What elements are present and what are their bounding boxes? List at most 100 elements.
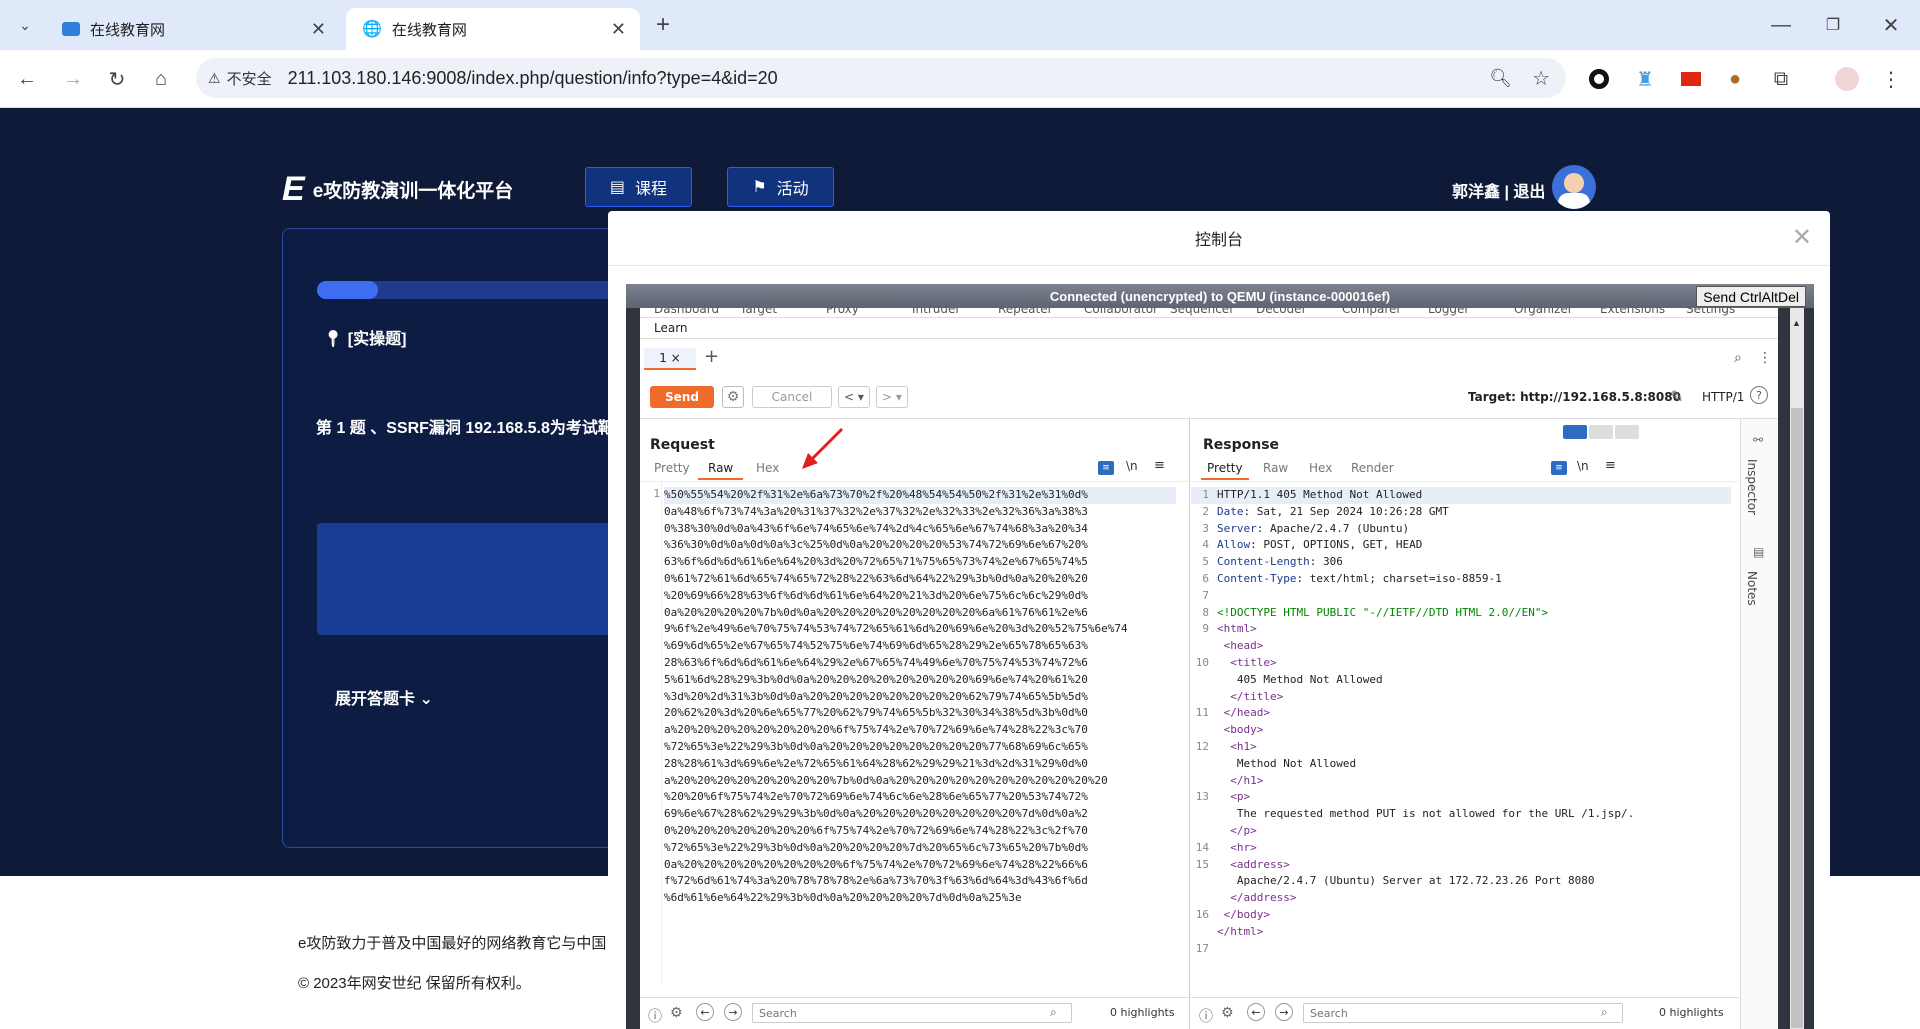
- nav-course-button[interactable]: ▤ 课程: [585, 167, 692, 207]
- expand-answer-card[interactable]: 展开答题卡 ⌄: [335, 685, 433, 709]
- extension-flag-icon[interactable]: [1676, 64, 1706, 94]
- search-icon[interactable]: ⌕: [1734, 350, 1742, 366]
- search-icon: ⌕: [1601, 1005, 1608, 1019]
- burp-menu-item[interactable]: Organizer: [1514, 308, 1573, 316]
- request-tab-raw[interactable]: Raw: [698, 461, 744, 480]
- close-tab-icon[interactable]: ✕: [611, 19, 626, 40]
- layout-single-icon[interactable]: [1615, 425, 1639, 439]
- burp-menu-item[interactable]: Target: [740, 308, 777, 316]
- more-icon[interactable]: ⋮: [1758, 350, 1772, 366]
- response-line-text: <h1>: [1217, 739, 1257, 756]
- zoom-icon[interactable]: 🔍︎: [1489, 68, 1512, 89]
- close-window-icon[interactable]: ✕: [1876, 10, 1906, 40]
- response-tab-render[interactable]: Render: [1351, 461, 1394, 475]
- layout-horizontal-icon[interactable]: [1589, 425, 1613, 439]
- avatar[interactable]: [1552, 165, 1596, 209]
- history-forward-button[interactable]: > ▾: [876, 386, 908, 408]
- request-line: 0a%48%6f%73%74%3a%20%31%37%32%2e%37%32%2…: [664, 504, 1088, 518]
- menu-icon[interactable]: ⋮: [1876, 64, 1906, 94]
- cancel-button[interactable]: Cancel: [752, 386, 832, 408]
- site-logo[interactable]: E e攻防教演训一体化平台: [282, 170, 513, 209]
- inspector-icon[interactable]: ⚯: [1753, 433, 1763, 447]
- burp-menu-item[interactable]: Dashboard: [654, 308, 719, 316]
- user-logout[interactable]: 郭洋鑫 | 退出: [1452, 178, 1545, 202]
- minimize-icon[interactable]: —: [1766, 10, 1796, 40]
- burp-learn-tab[interactable]: Learn: [654, 321, 688, 335]
- settings-gear-icon[interactable]: ⚙: [722, 386, 744, 408]
- vnc-scrollbar[interactable]: ▲: [1790, 308, 1804, 1029]
- bookmark-star-icon[interactable]: ☆: [1532, 66, 1550, 91]
- pane-menu-icon[interactable]: ≡: [1605, 458, 1616, 473]
- response-editor[interactable]: 1 HTTP/1.1 405 Method Not Allowed 2 Date: S…: [1191, 487, 1731, 957]
- scroll-thumb[interactable]: [1791, 408, 1803, 1028]
- home-icon[interactable]: ⌂: [146, 64, 176, 94]
- newline-toggle[interactable]: \n: [1126, 459, 1138, 473]
- url-text[interactable]: 211.103.180.146:9008/index.php/question/…: [288, 68, 778, 89]
- burp-menu-item[interactable]: Sequencer: [1170, 308, 1234, 316]
- burp-menu-item[interactable]: Repeater: [998, 308, 1053, 316]
- inspector-tab[interactable]: Inspector: [1745, 459, 1759, 515]
- restore-icon[interactable]: ❐: [1818, 10, 1848, 40]
- response-tab-hex[interactable]: Hex: [1309, 461, 1332, 475]
- request-search-input[interactable]: [752, 1003, 1072, 1023]
- next-match-icon[interactable]: →: [1275, 1003, 1293, 1021]
- prev-match-icon[interactable]: ←: [696, 1003, 714, 1021]
- help-icon[interactable]: ⓘ: [1199, 1006, 1213, 1026]
- wrap-lines-icon[interactable]: ≡: [1551, 461, 1567, 475]
- burp-menu-item[interactable]: Intruder: [912, 308, 960, 316]
- response-tab-pretty[interactable]: Pretty: [1201, 461, 1249, 480]
- request-line: f%72%6d%61%74%3a%20%78%78%78%2e%6a%73%70…: [664, 874, 1088, 888]
- cookie-icon[interactable]: ●: [1720, 64, 1750, 94]
- response-tab-raw[interactable]: Raw: [1263, 461, 1288, 475]
- send-ctrl-alt-del-button[interactable]: Send CtrlAltDel: [1696, 286, 1806, 307]
- burp-menu-item[interactable]: Proxy: [826, 308, 859, 316]
- burp-menu-item[interactable]: Collaborator: [1084, 308, 1158, 316]
- nav-activity-button[interactable]: ⚑ 活动: [727, 167, 834, 207]
- forward-icon[interactable]: →: [58, 64, 88, 94]
- next-match-icon[interactable]: →: [724, 1003, 742, 1021]
- new-tab-button[interactable]: +: [648, 10, 678, 40]
- pane-menu-icon[interactable]: ≡: [1154, 458, 1165, 473]
- newline-toggle[interactable]: \n: [1577, 459, 1589, 473]
- response-line-number: 3: [1202, 521, 1209, 535]
- help-icon[interactable]: ⓘ: [648, 1006, 662, 1026]
- edit-target-icon[interactable]: ✎: [1670, 387, 1683, 406]
- extension-figure-icon[interactable]: ♜: [1630, 64, 1660, 94]
- burp-menu-item[interactable]: Decoder: [1256, 308, 1307, 316]
- profile-avatar[interactable]: [1832, 64, 1862, 94]
- scroll-up-icon[interactable]: ▲: [1792, 318, 1801, 328]
- add-tab-icon[interactable]: +: [704, 346, 719, 367]
- close-tab-icon[interactable]: ✕: [311, 19, 326, 40]
- browser-tab-active[interactable]: 🌐 在线教育网 ✕: [346, 8, 640, 50]
- settings-gear-icon[interactable]: ⚙: [670, 1005, 683, 1021]
- send-button[interactable]: Send: [650, 386, 714, 408]
- browser-tab[interactable]: 在线教育网 ✕: [46, 8, 340, 50]
- extensions-puzzle-icon[interactable]: ⧉: [1766, 64, 1796, 94]
- notes-icon[interactable]: ▤: [1753, 545, 1764, 559]
- tab-search-icon[interactable]: ⌄: [10, 10, 40, 40]
- back-icon[interactable]: ←: [12, 64, 42, 94]
- repeater-tab-1[interactable]: 1 ×: [644, 348, 696, 370]
- help-icon[interactable]: ?: [1750, 386, 1768, 404]
- security-label[interactable]: 不安全: [227, 68, 272, 89]
- request-editor[interactable]: %50%55%54%20%2f%31%2e%6a%73%70%2f%20%48%…: [664, 487, 1176, 907]
- response-search-input[interactable]: [1303, 1003, 1623, 1023]
- burp-menu-item[interactable]: Logger: [1428, 308, 1469, 316]
- history-back-button[interactable]: < ▾: [838, 386, 870, 408]
- burp-menu-item[interactable]: Comparer: [1342, 308, 1401, 316]
- address-bar[interactable]: ⚠ 不安全 211.103.180.146:9008/index.php/que…: [196, 58, 1566, 98]
- burp-menu-item[interactable]: Settings: [1686, 308, 1735, 316]
- close-modal-icon[interactable]: ✕: [1792, 223, 1812, 252]
- layout-split-icon[interactable]: [1563, 425, 1587, 439]
- reload-icon[interactable]: ↻: [102, 64, 132, 94]
- settings-gear-icon[interactable]: ⚙: [1221, 1005, 1234, 1021]
- prev-match-icon[interactable]: ←: [1247, 1003, 1265, 1021]
- wrap-lines-icon[interactable]: ≡: [1098, 461, 1114, 475]
- request-tab-pretty[interactable]: Pretty: [654, 461, 690, 475]
- request-tab-hex[interactable]: Hex: [756, 461, 779, 475]
- target-label[interactable]: Target: http://192.168.5.8:8080: [1468, 390, 1681, 404]
- burp-menu-item[interactable]: Extensions: [1600, 308, 1665, 316]
- notes-tab[interactable]: Notes: [1745, 571, 1759, 606]
- http-version[interactable]: HTTP/1: [1702, 390, 1744, 404]
- extension-circle-icon[interactable]: [1584, 64, 1614, 94]
